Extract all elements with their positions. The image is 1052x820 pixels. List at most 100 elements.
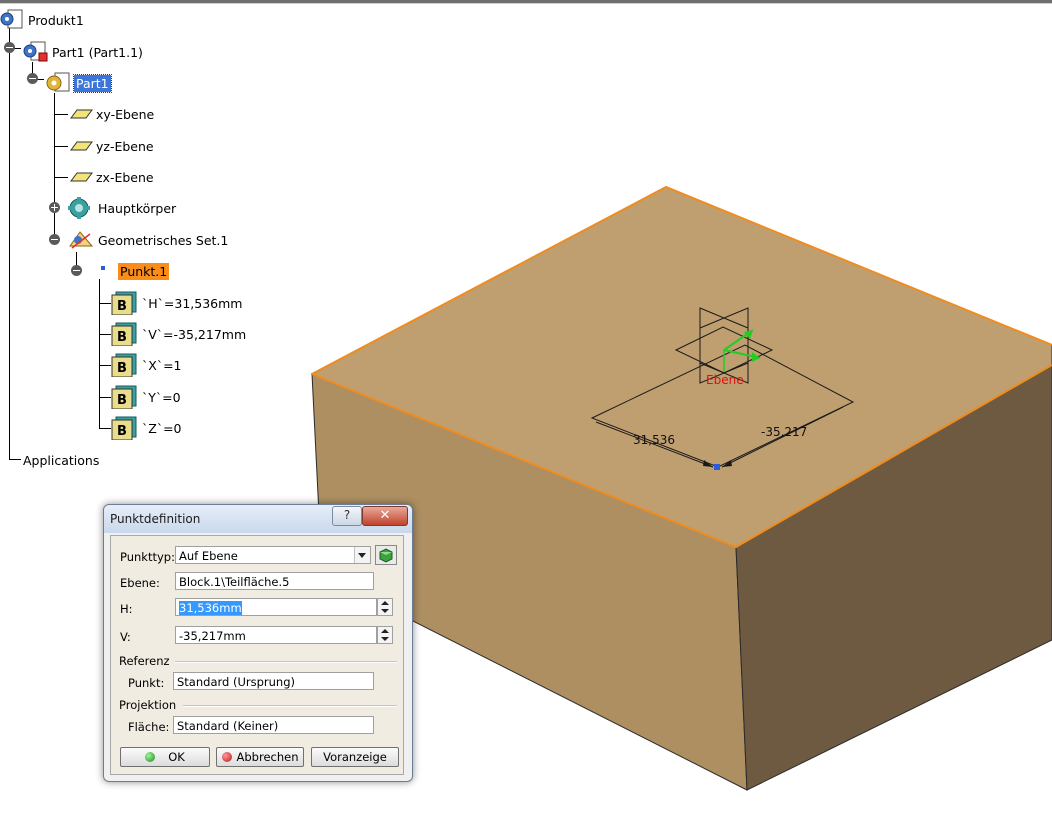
tree-line-yz bbox=[54, 146, 68, 147]
ok-button-label: OK bbox=[168, 750, 185, 764]
ok-button[interactable]: OK bbox=[120, 747, 210, 767]
tree-line-applications bbox=[9, 459, 21, 460]
h-input[interactable]: 31,536mm bbox=[175, 598, 377, 616]
svg-text:B: B bbox=[117, 361, 127, 376]
cancel-red-icon bbox=[221, 752, 232, 762]
tree-item-param-x[interactable]: B `X`=1 bbox=[110, 353, 184, 377]
preview-button-label: Voranzeige bbox=[323, 750, 387, 764]
specification-tree[interactable]: Produkt1 Part1 (Part1.1) Part1 xy-Ebene … bbox=[0, 0, 300, 480]
projection-section-title: Projektion bbox=[119, 698, 177, 712]
v-input[interactable]: -35,217mm bbox=[175, 626, 377, 644]
dialog-title: Punktdefinition bbox=[110, 512, 201, 526]
projection-surface-value: Standard (Keiner) bbox=[177, 719, 279, 733]
tree-item-produkt[interactable]: Produkt1 bbox=[0, 9, 86, 31]
point-type-value: Auf Ebene bbox=[179, 549, 238, 563]
tree-label-hauptkoerper: Hauptkörper bbox=[98, 200, 177, 216]
tree-label-part: Part1 bbox=[73, 73, 112, 93]
tree-item-geoset[interactable]: Geometrisches Set.1 bbox=[66, 229, 230, 251]
parameter-icon: B bbox=[111, 353, 137, 377]
point-definition-dialog[interactable]: Punktdefinition ? ✕ Punkttyp: Auf Ebene … bbox=[103, 504, 413, 782]
v-stepper[interactable] bbox=[377, 626, 393, 644]
close-button[interactable]: ✕ bbox=[362, 506, 408, 526]
reference-point-field[interactable]: Standard (Ursprung) bbox=[173, 672, 374, 690]
preview-button[interactable]: Voranzeige bbox=[311, 747, 399, 767]
help-button[interactable]: ? bbox=[332, 506, 362, 526]
reference-section-title: Referenz bbox=[119, 654, 170, 668]
h-stepper[interactable] bbox=[377, 598, 393, 616]
svg-text:B: B bbox=[117, 424, 127, 439]
tree-label-param-y: `Y`=0 bbox=[142, 389, 181, 405]
cancel-button-label: Abbrechen bbox=[236, 750, 299, 764]
reference-point-value: Standard (Ursprung) bbox=[177, 675, 295, 689]
tree-label-applications: Applications bbox=[23, 452, 100, 468]
tree-label-zx-plane: zx-Ebene bbox=[96, 169, 154, 185]
expand-hauptkoerper-icon[interactable] bbox=[49, 202, 60, 213]
collapse-part-icon[interactable] bbox=[27, 73, 38, 84]
tree-item-part[interactable]: Part1 bbox=[44, 72, 112, 94]
tree-label-part-instance: Part1 (Part1.1) bbox=[52, 44, 143, 60]
geometric-set-icon bbox=[69, 231, 94, 249]
tree-label-produkt: Produkt1 bbox=[28, 12, 84, 28]
tree-line-params bbox=[99, 279, 100, 429]
tree-line-root bbox=[9, 26, 10, 459]
plane-label: Ebene: bbox=[120, 576, 160, 590]
tree-label-point: Punkt.1 bbox=[118, 262, 170, 280]
svg-text:B: B bbox=[117, 393, 127, 408]
projection-surface-field[interactable]: Standard (Keiner) bbox=[173, 716, 374, 734]
tree-label-yz-plane: yz-Ebene bbox=[96, 138, 154, 154]
tree-item-point[interactable]: Punkt.1 bbox=[98, 260, 170, 282]
tree-item-param-y[interactable]: B `Y`=0 bbox=[110, 385, 183, 409]
cancel-button[interactable]: Abbrechen bbox=[216, 747, 304, 767]
collapse-part-instance-icon[interactable] bbox=[4, 42, 15, 53]
stacking-commands-icon[interactable] bbox=[375, 545, 397, 565]
tree-label-geoset: Geometrisches Set.1 bbox=[98, 232, 229, 248]
reference-section-divider bbox=[175, 661, 397, 663]
created-point-marker[interactable] bbox=[714, 464, 720, 470]
tree-item-hauptkoerper[interactable]: Hauptkörper bbox=[66, 197, 178, 219]
svg-text:B: B bbox=[117, 330, 127, 345]
product-icon bbox=[0, 9, 23, 29]
plane-label: Ebene bbox=[706, 373, 744, 387]
point-icon bbox=[101, 266, 105, 270]
part-icon bbox=[46, 72, 70, 92]
tree-label-param-v: `V`=-35,217mm bbox=[142, 326, 247, 342]
v-value: -35,217mm bbox=[179, 629, 246, 643]
plane-value: Block.1\Teilfläche.5 bbox=[179, 575, 290, 589]
projection-surface-label: Fläche: bbox=[128, 720, 170, 734]
tree-label-param-h: `H`=31,536mm bbox=[142, 295, 243, 311]
plane-icon bbox=[70, 141, 93, 151]
tree-line-zx bbox=[54, 177, 68, 178]
tree-item-param-h[interactable]: B `H`=31,536mm bbox=[110, 291, 244, 315]
part-instance-icon bbox=[23, 41, 48, 62]
tree-item-yz-plane[interactable]: yz-Ebene bbox=[68, 135, 156, 157]
tree-item-applications[interactable]: Applications bbox=[21, 449, 101, 471]
tree-label-param-x: `X`=1 bbox=[142, 357, 182, 373]
parameter-icon: B bbox=[111, 385, 137, 409]
projection-section-divider bbox=[183, 705, 397, 707]
parameter-icon: B bbox=[111, 291, 137, 315]
tree-item-param-v[interactable]: B `V`=-35,217mm bbox=[110, 322, 248, 346]
point-type-combo[interactable]: Auf Ebene bbox=[175, 546, 371, 564]
h-label: H: bbox=[120, 602, 133, 616]
tree-label-param-z: `Z`=0 bbox=[142, 420, 182, 436]
dialog-body: Punkttyp: Auf Ebene Ebene: Block.1\Teilf… bbox=[110, 535, 404, 775]
tree-item-xy-plane[interactable]: xy-Ebene bbox=[68, 103, 156, 125]
ok-green-icon bbox=[145, 752, 156, 762]
parameter-icon: B bbox=[111, 416, 137, 440]
tree-label-xy-plane: xy-Ebene bbox=[96, 106, 155, 122]
reference-point-label: Punkt: bbox=[128, 676, 165, 690]
dim-h-value[interactable]: 31,536 bbox=[633, 433, 675, 447]
plane-icon bbox=[70, 109, 93, 119]
plane-field[interactable]: Block.1\Teilfläche.5 bbox=[175, 572, 374, 590]
tree-item-param-z[interactable]: B `Z`=0 bbox=[110, 416, 184, 440]
tree-item-zx-plane[interactable]: zx-Ebene bbox=[68, 166, 156, 188]
dialog-title-bar[interactable]: Punktdefinition ? ✕ bbox=[104, 505, 412, 533]
plane-icon bbox=[70, 172, 93, 182]
tree-item-part-instance[interactable]: Part1 (Part1.1) bbox=[22, 41, 145, 63]
collapse-geoset-icon[interactable] bbox=[49, 234, 60, 245]
collapse-point-icon[interactable] bbox=[71, 265, 82, 276]
point-type-label: Punkttyp: bbox=[120, 550, 175, 564]
dim-v-value[interactable]: -35,217 bbox=[761, 425, 807, 439]
chevron-down-icon[interactable] bbox=[354, 547, 370, 563]
tree-line-xy bbox=[54, 114, 68, 115]
